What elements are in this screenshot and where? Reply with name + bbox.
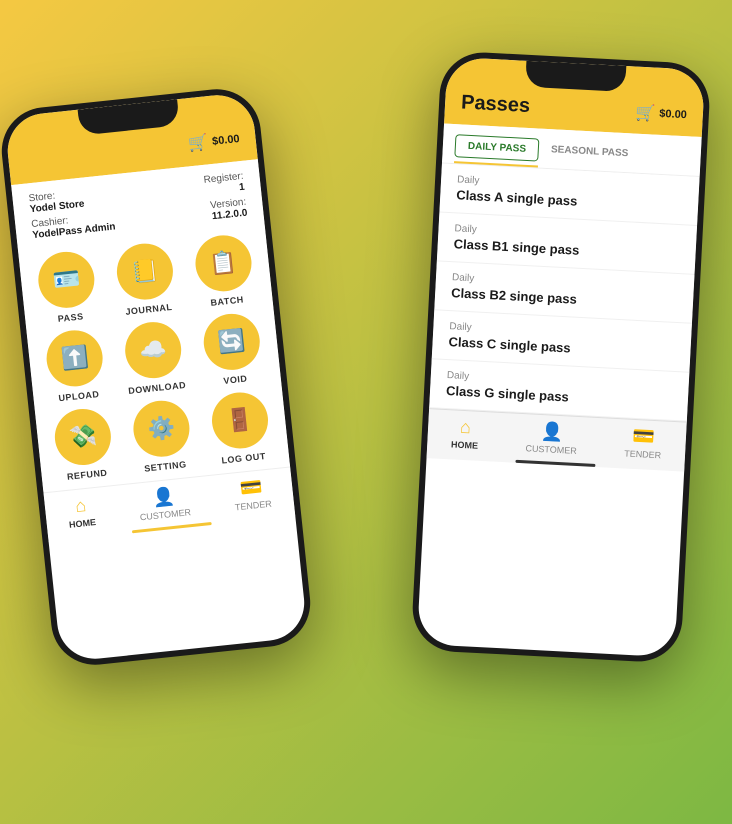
setting-label: SETTING [144,459,187,473]
grid-item-download[interactable]: ☁️ DOWNLOAD [115,319,193,397]
phone2-home-icon: ⌂ [459,417,471,439]
cashier-section: Cashier: YodelPass Admin [31,211,116,242]
void-label: VOID [223,373,248,385]
cart-badge: 🛒 $0.00 [187,129,240,154]
logout-icon-circle: 🚪 [209,390,271,452]
phone2-cart-icon: 🛒 [635,102,656,123]
upload-icon-circle: ⬆️ [44,328,106,390]
phone2-nav-customer[interactable]: 👤 CUSTOMER [525,420,578,456]
cart-amount: $0.00 [212,133,241,148]
grid-item-logout[interactable]: 🚪 LOG OUT [202,389,280,467]
scene: 🛒 $0.00 Store: Yodel Store Register: 1 [16,17,716,807]
phone2-customer-label: CUSTOMER [525,443,577,456]
store-section: Store: Yodel Store [28,188,85,216]
phone2-nav-home[interactable]: ⌂ HOME [451,416,480,450]
customer-nav-label: CUSTOMER [139,507,191,522]
phone2-screen: Passes 🛒 $0.00 DAILY PASS SEASONL PASS D… [417,57,705,658]
logout-label: LOG OUT [221,451,266,466]
phone2-nav-tender[interactable]: 💳 TENDER [624,425,663,460]
home-nav-label: HOME [69,517,97,530]
version-section: Version: 11.2.0.0 [210,197,248,223]
journal-label: JOURNAL [125,302,173,317]
register-section: Register: 1 [203,171,245,197]
phone2-home-label: HOME [451,439,478,450]
upload-label: UPLOAD [58,389,100,403]
batch-label: BATCH [210,294,244,307]
phone1: 🛒 $0.00 Store: Yodel Store Register: 1 [0,85,315,669]
batch-icon-circle: 📋 [192,233,254,295]
cart-icon: 🛒 [187,132,209,154]
phone2-tender-label: TENDER [624,448,661,460]
pass-label: PASS [57,311,84,324]
grid-item-journal[interactable]: 📒 JOURNAL [107,240,185,318]
phone2-cart-badge: 🛒 $0.00 [635,102,687,125]
tab-daily-pass[interactable]: DAILY PASS [454,134,539,161]
tab-seasonl-pass[interactable]: SEASONL PASS [538,139,641,173]
refund-icon-circle: 💸 [52,406,114,468]
phone2-pass-list: Daily Class A single pass Daily Class B1… [429,164,699,422]
download-icon-circle: ☁️ [122,319,184,381]
version-value: 11.2.0.0 [211,208,248,223]
nav-customer[interactable]: 👤 CUSTOMER [137,484,192,522]
phone2-home-underline [515,460,595,467]
grid-item-refund[interactable]: 💸 REFUND [45,405,123,483]
pass-icon-circle: 🪪 [36,249,98,311]
grid-item-batch[interactable]: 📋 BATCH [185,232,263,310]
tender-nav-label: TENDER [234,499,272,513]
grid-item-setting[interactable]: ⚙️ SETTING [123,397,201,475]
tender-icon: 💳 [239,477,263,500]
setting-icon-circle: ⚙️ [131,398,193,460]
home-icon: ⌂ [74,495,87,517]
passes-title: Passes [461,91,531,118]
grid-item-pass[interactable]: 🪪 PASS [29,248,107,326]
grid-item-void[interactable]: 🔄 VOID [193,310,271,388]
void-icon-circle: 🔄 [201,311,263,373]
phone2-cart-amount: $0.00 [659,107,687,120]
journal-icon-circle: 📒 [114,241,176,303]
home-underline [132,522,212,533]
grid-item-upload[interactable]: ⬆️ UPLOAD [37,327,115,405]
phone2-tender-icon: 💳 [632,426,655,448]
phone1-screen: 🛒 $0.00 Store: Yodel Store Register: 1 [4,92,308,663]
refund-label: REFUND [67,468,108,482]
customer-icon: 👤 [151,486,175,509]
phone2: Passes 🛒 $0.00 DAILY PASS SEASONL PASS D… [410,50,711,663]
nav-home[interactable]: ⌂ HOME [66,494,96,530]
nav-tender[interactable]: 💳 TENDER [232,476,272,513]
phone2-customer-icon: 👤 [540,421,563,443]
phone1-grid: 🪪 PASS 📒 JOURNAL 📋 BATCH ⬆️ UPLOAD ☁ [18,223,290,493]
download-label: DOWNLOAD [128,380,187,396]
